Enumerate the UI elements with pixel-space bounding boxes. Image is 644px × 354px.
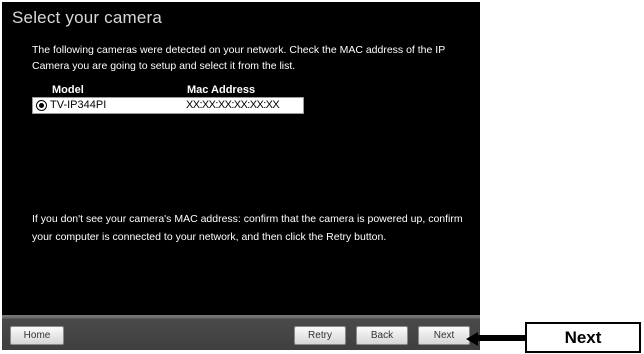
camera-mac-cell: XX:XX:XX:XX:XX:XX xyxy=(186,99,280,111)
navigation-bar: Home Retry Back Next xyxy=(2,315,480,350)
column-header-model: Model xyxy=(52,84,84,96)
home-button[interactable]: Home xyxy=(10,326,64,345)
help-text: If you don't see your camera's MAC addre… xyxy=(32,213,463,243)
setup-wizard-window: Select your camera The following cameras… xyxy=(2,2,480,350)
camera-select-radio[interactable] xyxy=(36,100,47,111)
camera-model-cell: TV-IP344PI xyxy=(50,99,107,111)
back-button[interactable]: Back xyxy=(356,326,408,345)
retry-button[interactable]: Retry xyxy=(294,326,346,345)
column-header-mac-address: Mac Address xyxy=(187,84,256,96)
page-title: Select your camera xyxy=(12,8,163,27)
next-button[interactable]: Next xyxy=(418,326,470,345)
next-callout-label: Next xyxy=(525,322,641,353)
callout-arrow-line xyxy=(476,335,526,341)
intro-text: The following cameras were detected on y… xyxy=(32,44,446,72)
camera-list-row[interactable]: TV-IP344PI XX:XX:XX:XX:XX:XX xyxy=(32,97,304,114)
manual-page: Select your camera The following cameras… xyxy=(0,0,644,354)
radio-selected-icon xyxy=(39,103,44,108)
